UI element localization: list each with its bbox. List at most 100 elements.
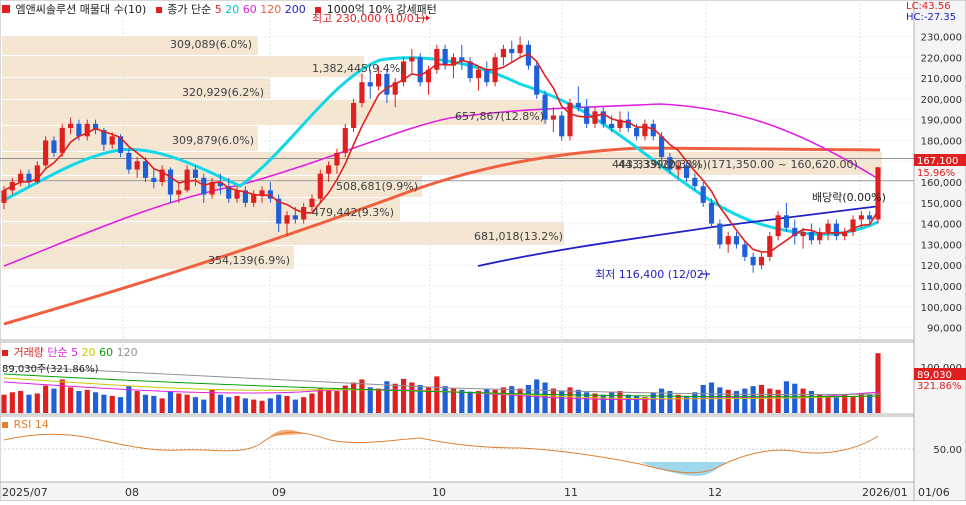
candle <box>858 215 864 220</box>
candle <box>384 73 390 95</box>
volume-profile-label: 508,681(9.9%) <box>336 180 418 193</box>
volume-profile-label: 1,382,445(9.4%) <box>312 62 405 75</box>
candle <box>234 190 240 199</box>
candle <box>434 48 440 70</box>
volume-profile-band <box>2 56 364 77</box>
volume-bar <box>600 394 606 413</box>
candle <box>634 127 640 137</box>
ma-period-60: 60 <box>242 3 257 16</box>
rsi-title: RSI 14 <box>13 418 49 431</box>
volume-bar <box>68 387 74 413</box>
volume-bar <box>59 379 65 413</box>
volume-profile-label: 681,018(13.2%) <box>474 230 563 243</box>
volume-bar <box>725 389 731 413</box>
time-axis-label: 11 <box>564 486 578 499</box>
price-tick-label: 90,000 <box>927 324 962 335</box>
volume-bar <box>92 392 99 413</box>
volume-ma-label: 단순 <box>47 346 68 359</box>
volume-bar <box>500 387 507 413</box>
time-axis-label: 01/06 <box>918 486 950 499</box>
candle <box>575 103 581 108</box>
candle <box>559 115 565 137</box>
volume-bar <box>775 389 781 413</box>
volume-bar <box>117 397 124 413</box>
volume-bar <box>101 394 107 413</box>
candle <box>1 190 7 203</box>
low-annotation: 최저 116,400 (12/02) <box>595 268 708 281</box>
volume-bar <box>575 389 581 413</box>
volume-bar <box>459 389 465 413</box>
candle <box>259 190 265 195</box>
volume-profile-label: 354,139(6.9%) <box>208 254 290 267</box>
candle <box>126 152 132 170</box>
volume-bar <box>650 392 656 413</box>
volume-bar <box>717 387 723 413</box>
volume-header: 거래량 단순 5 20 60 120 89,030주(321.86%) <box>2 344 138 375</box>
volume-bar <box>375 388 382 413</box>
time-axis-label: 2026/01 <box>862 486 908 499</box>
volume-bar <box>800 388 806 413</box>
volume-bar <box>434 376 440 413</box>
volume-bar <box>417 384 423 413</box>
candle <box>51 140 57 153</box>
volume-bar <box>392 383 398 413</box>
volume-bar <box>659 388 665 413</box>
time-axis-label: 12 <box>708 486 722 499</box>
hc-value: HC:-27.35 <box>906 12 957 23</box>
candle <box>442 48 448 66</box>
volume-profile-label: 479,442(9.3%) <box>312 206 394 219</box>
candle <box>317 173 323 199</box>
price-tick-label: 150,000 <box>921 199 962 210</box>
volume-bar <box>109 395 115 413</box>
volume-bar <box>867 394 873 413</box>
candle <box>742 244 748 257</box>
volume-bar <box>26 394 32 413</box>
volume-bar <box>542 382 548 413</box>
volume-bar <box>226 397 232 413</box>
stock-chart[interactable]: 230,000 220,000 210,000 200,000 190,000 180,0… <box>0 0 966 502</box>
candle <box>43 140 49 166</box>
candle <box>367 82 373 87</box>
last-price-pct: 15.96% <box>917 168 955 179</box>
price-tick-label: 190,000 <box>921 116 962 127</box>
ma-period-5: 5 <box>214 3 222 16</box>
candle <box>484 69 490 83</box>
candle <box>109 136 115 145</box>
volume-bar <box>758 384 765 413</box>
price-tick-label: 230,000 <box>921 32 962 43</box>
pattern-marker-icon <box>315 7 322 13</box>
volume-bar <box>742 388 748 413</box>
stock-chart-window: 230,000 220,000 210,000 200,000 190,000 180,0… <box>0 0 966 502</box>
candle <box>167 169 174 195</box>
candle <box>59 127 65 153</box>
volume-bar <box>550 388 556 413</box>
rsi-axis-label: 50.00 <box>933 445 962 456</box>
volume-ma-20: 20 <box>81 346 96 359</box>
volume-bar <box>43 385 49 413</box>
volume-bar <box>692 392 698 413</box>
volume-bar <box>192 397 199 413</box>
candle <box>609 123 615 128</box>
candle <box>292 215 298 220</box>
price-tick-label: 110,000 <box>921 282 962 293</box>
candle <box>184 169 190 191</box>
volume-bar <box>317 388 323 413</box>
candle <box>134 161 140 170</box>
volume-ma-120: 120 <box>116 346 138 359</box>
volume-bar <box>217 394 223 413</box>
volume-bar <box>34 393 40 413</box>
candle <box>783 215 790 228</box>
dividend-annotation: 배당락(0.00%) <box>812 191 886 204</box>
last-price-label: 167,100 <box>917 156 958 167</box>
time-axis-label: 10 <box>432 486 446 499</box>
candle <box>592 111 598 124</box>
volume-bar <box>234 395 240 413</box>
volume-marker-icon <box>2 350 8 356</box>
volume-bar <box>309 393 315 413</box>
volume-bar <box>625 394 631 413</box>
volume-bar <box>184 394 190 413</box>
price-tick-label: 220,000 <box>921 53 962 64</box>
volume-bar <box>134 391 140 413</box>
volume-bar <box>301 397 307 413</box>
lc-value: LC:43.56 <box>906 1 951 12</box>
